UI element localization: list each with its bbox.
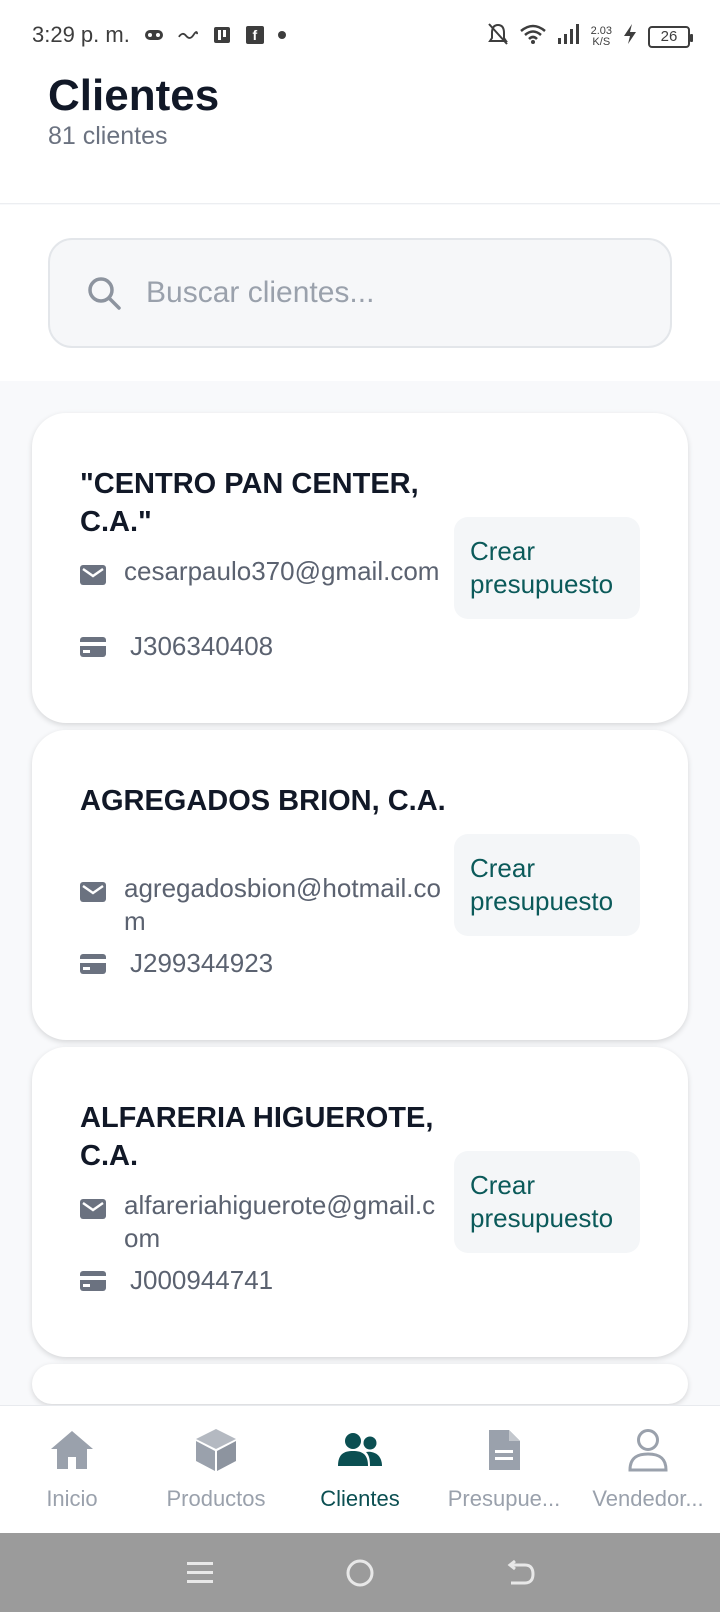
status-left: 3:29 p. m. f <box>32 22 286 48</box>
nav-item-presupuestos[interactable]: Presupue... <box>432 1406 576 1534</box>
pdf-icon <box>212 25 232 45</box>
system-navigation-bar <box>0 1533 720 1612</box>
search-icon <box>88 277 121 310</box>
facebook-icon: f <box>245 26 264 44</box>
charging-icon <box>622 23 638 51</box>
network-speed: 2.03 K/S <box>591 26 612 48</box>
client-name: AGREGADOS BRION, C.A. <box>80 785 446 817</box>
page-title: Clientes <box>48 71 220 120</box>
mail-icon <box>80 1199 106 1219</box>
battery-icon: 26 <box>648 26 693 48</box>
recent-apps-button[interactable] <box>170 1553 230 1593</box>
client-email: cesarpaulo370@gmail.com <box>124 556 440 586</box>
client-list[interactable]: "CENTRO PAN CENTER, C.A." cesarpaulo370@… <box>0 381 720 1408</box>
home-button[interactable] <box>330 1553 390 1593</box>
home-icon <box>49 1426 95 1474</box>
mail-icon <box>80 882 106 902</box>
status-right: 2.03 K/S 26 <box>487 22 693 52</box>
mute-icon <box>487 22 509 52</box>
nav-item-productos[interactable]: Productos <box>144 1406 288 1534</box>
status-time: 3:29 p. m. <box>32 22 130 47</box>
box-icon <box>194 1426 238 1474</box>
mail-icon <box>80 565 106 585</box>
client-email-row: alfareriahiguerote@gmail.com <box>80 1189 444 1255</box>
create-quote-button[interactable]: Crear presupuesto <box>454 517 640 619</box>
client-tax-id: J306340408 <box>130 631 274 661</box>
page-header: Clientes 81 clientes <box>0 72 720 204</box>
search-input[interactable] <box>146 276 626 310</box>
id-card-icon <box>80 636 106 657</box>
create-quote-button[interactable]: Crear presupuesto <box>454 834 640 936</box>
client-id-row: J299344923 <box>80 948 273 979</box>
more-notifications-icon <box>277 31 286 39</box>
client-email-row: agregadosbion@hotmail.com <box>80 872 444 938</box>
users-icon <box>336 1426 384 1474</box>
menu-icon <box>187 1561 213 1583</box>
document-icon <box>486 1426 522 1474</box>
nav-label: Clientes <box>320 1486 400 1511</box>
client-email: alfareriahiguerote@gmail.com <box>124 1190 436 1253</box>
client-email: agregadosbion@hotmail.com <box>124 873 441 936</box>
circle-home-icon <box>346 1559 374 1586</box>
signal-icon <box>557 23 581 51</box>
nav-item-vendedor[interactable]: Vendedor... <box>576 1406 720 1534</box>
client-name: ALFARERIA HIGUEROTE, C.A. <box>80 1102 434 1172</box>
back-button[interactable] <box>490 1553 550 1593</box>
speed-unit: K/S <box>592 36 611 48</box>
nav-item-inicio[interactable]: Inicio <box>0 1406 144 1534</box>
client-card[interactable]: ALFARERIA HIGUEROTE, C.A. alfareriahigue… <box>32 1047 688 1357</box>
client-id-row: J000944741 <box>80 1265 273 1296</box>
person-icon <box>627 1426 669 1474</box>
search-box[interactable] <box>48 238 672 348</box>
client-tax-id: J000944741 <box>130 1265 274 1295</box>
wifi-icon <box>519 23 547 51</box>
nav-label: Productos <box>166 1486 266 1511</box>
nav-label: Vendedor... <box>592 1486 704 1511</box>
nav-label: Inicio <box>46 1486 98 1511</box>
client-id-row: J306340408 <box>80 631 273 662</box>
client-count: 81 clientes <box>48 122 168 150</box>
client-card[interactable]: "CENTRO PAN CENTER, C.A." cesarpaulo370@… <box>32 413 688 723</box>
client-name: "CENTRO PAN CENTER, C.A." <box>80 468 419 538</box>
id-card-icon <box>80 1270 106 1291</box>
game-controller-icon <box>144 25 164 45</box>
create-quote-button[interactable]: Crear presupuesto <box>454 1151 640 1253</box>
search-section <box>0 205 720 381</box>
app-notification-icon <box>177 25 198 45</box>
client-card-partial[interactable] <box>32 1364 688 1404</box>
nav-item-clientes[interactable]: Clientes <box>288 1406 432 1534</box>
client-tax-id: J299344923 <box>130 948 274 978</box>
bottom-navigation: Inicio Productos Clientes Presupue... Ve… <box>0 1405 720 1533</box>
nav-label: Presupue... <box>447 1486 561 1511</box>
status-bar: 3:29 p. m. f 2.03 K/S 26 <box>0 0 720 72</box>
client-email-row: cesarpaulo370@gmail.com <box>80 555 444 588</box>
back-icon <box>507 1559 535 1584</box>
id-card-icon <box>80 953 106 974</box>
client-card[interactable]: AGREGADOS BRION, C.A. agregadosbion@hotm… <box>32 730 688 1040</box>
